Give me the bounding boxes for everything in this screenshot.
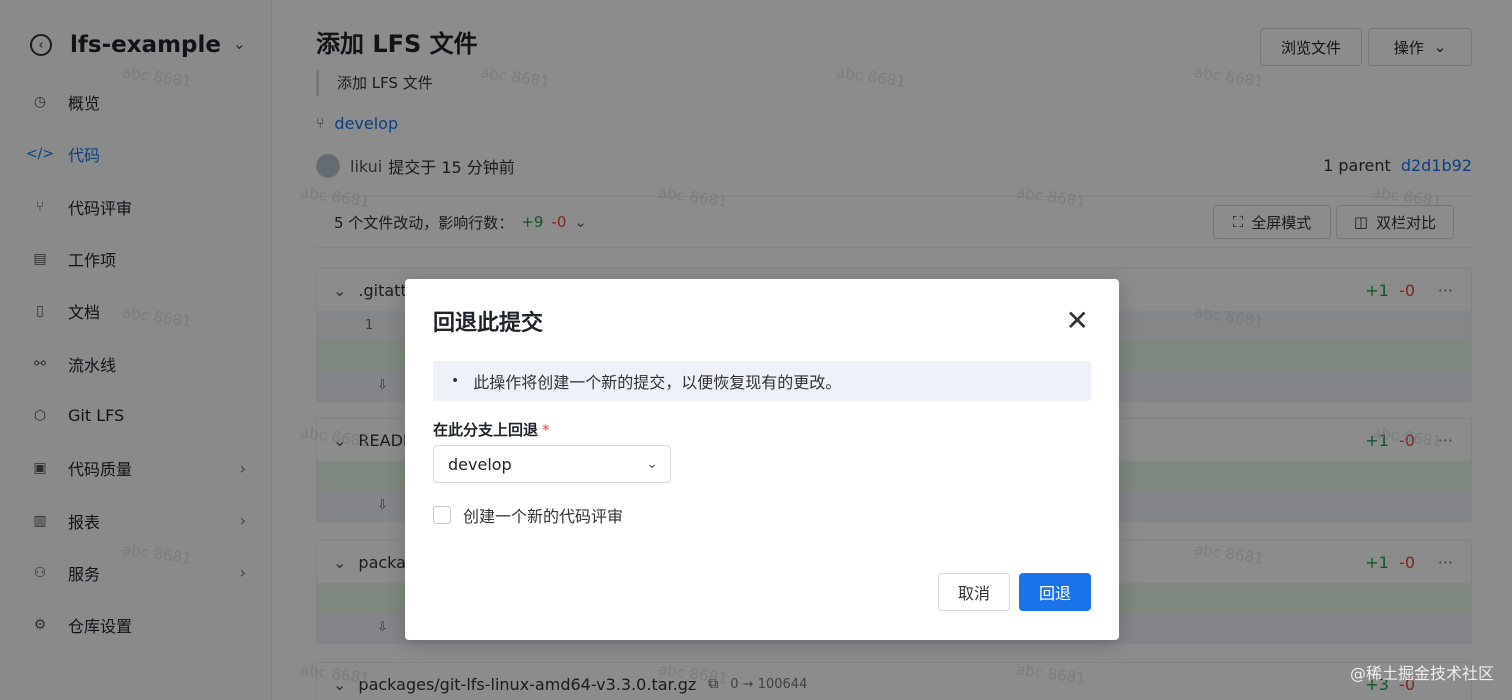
required-mark: * [542, 421, 550, 439]
revert-button[interactable]: 回退 [1019, 573, 1091, 611]
notice-text: 此操作将创建一个新的提交，以便恢复现有的更改。 [473, 373, 842, 392]
create-review-label: 创建一个新的代码评审 [463, 507, 624, 526]
cancel-button[interactable]: 取消 [938, 573, 1010, 611]
bullet-icon: • [451, 373, 460, 389]
notice-box: • 此操作将创建一个新的提交，以便恢复现有的更改。 [433, 361, 1091, 401]
branch-field-label-text: 在此分支上回退 [433, 421, 539, 439]
branch-select[interactable]: develop ⌄ [433, 445, 671, 483]
dialog-title: 回退此提交 [433, 311, 544, 336]
close-icon[interactable]: ✕ [1066, 307, 1089, 335]
branch-select-value: develop [448, 454, 512, 474]
chevron-down-icon: ⌄ [646, 456, 658, 472]
revert-commit-dialog: 回退此提交 ✕ • 此操作将创建一个新的提交，以便恢复现有的更改。 在此分支上回… [405, 279, 1119, 640]
create-review-checkbox[interactable] [433, 506, 451, 524]
create-review-option[interactable]: 创建一个新的代码评审 [433, 503, 623, 527]
corner-watermark: @稀土掘金技术社区 [1349, 664, 1494, 683]
branch-field-label: 在此分支上回退 * [433, 419, 550, 440]
